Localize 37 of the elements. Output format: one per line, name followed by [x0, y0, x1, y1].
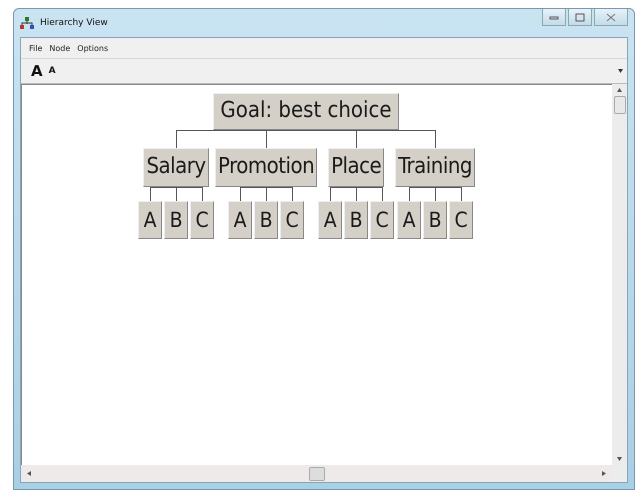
alternative-node[interactable]: B	[344, 201, 368, 239]
decrease-font-button[interactable]: A	[46, 66, 58, 76]
alternative-node[interactable]: C	[190, 201, 214, 239]
tree-icon	[20, 16, 34, 30]
scroll-right-icon[interactable]	[602, 471, 606, 476]
goal-node[interactable]: Goal: best choice	[213, 93, 399, 130]
scroll-down-icon[interactable]	[617, 457, 622, 461]
minimize-button[interactable]	[542, 9, 566, 26]
alternative-node[interactable]: C	[280, 201, 304, 239]
alternative-node[interactable]: A	[318, 201, 342, 239]
alternative-node[interactable]: B	[164, 201, 188, 239]
close-icon	[606, 12, 616, 22]
scroll-thumb[interactable]	[614, 96, 626, 114]
scroll-thumb[interactable]	[308, 466, 324, 480]
alternative-node[interactable]: C	[370, 201, 394, 239]
alternative-node[interactable]: B	[254, 201, 278, 239]
menu-item[interactable]: File	[29, 44, 42, 52]
criterion-node[interactable]: Promotion	[215, 148, 318, 187]
alternative-node[interactable]: B	[423, 201, 448, 239]
scroll-up-icon[interactable]	[617, 88, 622, 92]
alternative-node[interactable]: C	[449, 201, 474, 239]
criterion-node[interactable]: Salary	[143, 148, 209, 187]
menu-item[interactable]: Node	[49, 44, 70, 52]
alternative-node[interactable]: A	[228, 201, 252, 239]
window-title: Hierarchy View	[40, 18, 108, 28]
maximize-icon	[575, 12, 585, 22]
alternative-node[interactable]: A	[138, 201, 162, 239]
overflow-icon[interactable]	[618, 69, 623, 73]
menu-item[interactable]: Options	[77, 44, 108, 52]
alternative-node[interactable]: A	[397, 201, 422, 239]
criterion-node[interactable]: Place	[328, 148, 384, 187]
vertical-scrollbar[interactable]	[612, 84, 627, 465]
criterion-node[interactable]: Training	[395, 148, 475, 187]
maximize-button[interactable]	[568, 9, 592, 26]
close-button[interactable]	[594, 9, 628, 26]
increase-font-button[interactable]: A	[29, 62, 45, 80]
scroll-left-icon[interactable]	[27, 471, 31, 476]
